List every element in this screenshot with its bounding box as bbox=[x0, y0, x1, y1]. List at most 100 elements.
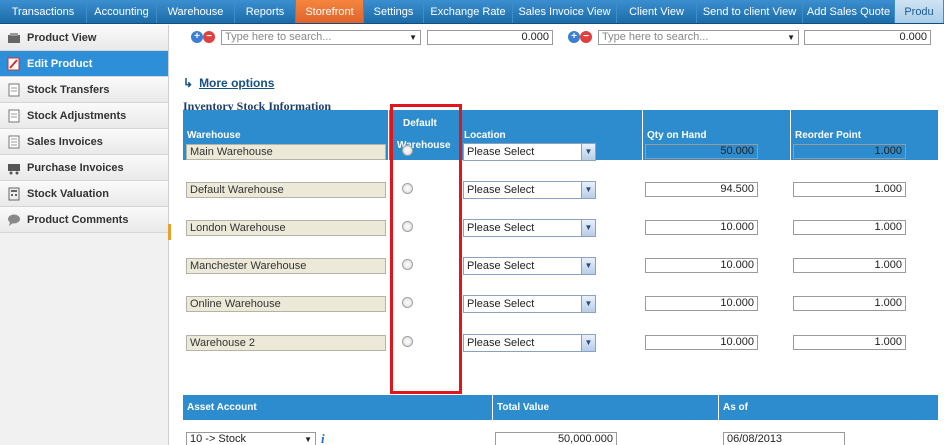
sidebar-item-stock-adjustments[interactable]: Stock Adjustments bbox=[0, 103, 168, 129]
sidebar-item-product-view[interactable]: Product View bbox=[0, 25, 168, 51]
sidebar-item-sales-invoices[interactable]: Sales Invoices bbox=[0, 129, 168, 155]
qty-on-hand-field[interactable]: 10.000 bbox=[645, 220, 758, 235]
sidebar-item-edit-product[interactable]: Edit Product bbox=[0, 51, 168, 77]
search-input[interactable]: Type here to search... ▼ bbox=[598, 30, 799, 45]
header-as-of: As of bbox=[723, 402, 748, 413]
sidebar-item-purchase-invoices[interactable]: Purchase Invoices bbox=[0, 155, 168, 181]
chevron-down-icon: ▼ bbox=[581, 220, 595, 236]
location-select[interactable]: Please Select ▼ bbox=[463, 334, 596, 352]
qty-on-hand-field[interactable]: 10.000 bbox=[645, 296, 758, 311]
amount-field[interactable]: 0.000 bbox=[427, 30, 553, 45]
qty-on-hand-field[interactable]: 50.000 bbox=[645, 144, 758, 159]
sidebar-item-label: Sales Invoices bbox=[27, 135, 103, 148]
header-total-value: Total Value bbox=[493, 395, 719, 420]
warehouse-name-field: Default Warehouse bbox=[186, 182, 386, 198]
product-view-icon bbox=[7, 31, 21, 45]
sidebar-item-label: Edit Product bbox=[27, 57, 93, 70]
add-icon[interactable]: + bbox=[191, 31, 203, 43]
reorder-point-field[interactable]: 1.000 bbox=[793, 296, 906, 311]
sidebar-item-label: Stock Transfers bbox=[27, 83, 110, 96]
sidebar-item-stock-transfers[interactable]: Stock Transfers bbox=[0, 77, 168, 103]
default-warehouse-radio[interactable] bbox=[402, 145, 413, 156]
add-icon[interactable]: + bbox=[568, 31, 580, 43]
tab-add-sales-quote[interactable]: Add Sales Quote bbox=[803, 0, 895, 23]
remove-icon[interactable]: − bbox=[203, 31, 215, 43]
table-row: Manchester Warehouse Please Select ▼ 10.000… bbox=[183, 250, 938, 288]
comment-icon bbox=[7, 213, 21, 227]
location-select[interactable]: Please Select ▼ bbox=[463, 143, 596, 161]
qty-on-hand-field[interactable]: 94.500 bbox=[645, 182, 758, 197]
main-content: + − Type here to search... ▼ 0.000 + − T… bbox=[170, 25, 944, 445]
warehouse-name-field: London Warehouse bbox=[186, 220, 386, 236]
location-select[interactable]: Please Select ▼ bbox=[463, 257, 596, 275]
qty-on-hand-field[interactable]: 10.000 bbox=[645, 335, 758, 350]
asset-row: 10 -> Stock ▼ i 50,000.000 06/08/2013 bbox=[183, 430, 938, 445]
tab-settings[interactable]: Settings bbox=[364, 0, 424, 23]
sidebar-item-label: Stock Valuation bbox=[27, 187, 109, 200]
reorder-point-field[interactable]: 1.000 bbox=[793, 335, 906, 350]
tab-transactions[interactable]: Transactions bbox=[0, 0, 87, 23]
reorder-point-field[interactable]: 1.000 bbox=[793, 220, 906, 235]
location-select[interactable]: Please Select ▼ bbox=[463, 295, 596, 313]
document-icon bbox=[7, 83, 21, 97]
tab-client-view[interactable]: Client View bbox=[617, 0, 697, 23]
tab-exchange-rate[interactable]: Exchange Rate bbox=[424, 0, 513, 23]
header-asset-account: Asset Account bbox=[183, 395, 493, 420]
tab-produ[interactable]: Produ bbox=[895, 0, 944, 23]
default-warehouse-radio[interactable] bbox=[402, 183, 413, 194]
asset-table-header: Asset Account Total Value As of bbox=[183, 395, 938, 420]
top-tab-bar: Transactions Accounting Warehouse Reports St… bbox=[0, 0, 944, 24]
warehouse-name-field: Warehouse 2 bbox=[186, 335, 386, 351]
document-icon bbox=[7, 109, 21, 123]
chevron-down-icon: ▼ bbox=[581, 182, 595, 198]
chevron-down-icon: ▼ bbox=[581, 296, 595, 312]
chevron-down-icon: ▼ bbox=[787, 33, 795, 42]
calculator-icon bbox=[7, 187, 21, 201]
table-row: Main Warehouse Please Select ▼ 50.000 1.000 bbox=[183, 136, 938, 174]
more-options[interactable]: ↳ More options bbox=[183, 76, 274, 90]
sidebar-item-label: Stock Adjustments bbox=[27, 109, 127, 122]
table-row: London Warehouse Please Select ▼ 10.000 1.00… bbox=[183, 212, 938, 250]
info-icon[interactable]: i bbox=[321, 431, 325, 445]
chevron-down-icon: ▼ bbox=[581, 144, 595, 160]
asset-account-select[interactable]: 10 -> Stock ▼ bbox=[186, 432, 316, 445]
search-row: + − Type here to search... ▼ 0.000 + − T… bbox=[170, 30, 944, 46]
warehouse-name-field: Online Warehouse bbox=[186, 296, 386, 312]
tab-sales-invoice-view[interactable]: Sales Invoice View bbox=[513, 0, 617, 23]
edit-icon bbox=[7, 57, 21, 71]
total-value-field[interactable]: 50,000.000 bbox=[495, 432, 617, 445]
cart-icon bbox=[7, 161, 21, 175]
reorder-point-field[interactable]: 1.000 bbox=[793, 144, 906, 159]
remove-icon[interactable]: − bbox=[580, 31, 592, 43]
search-input[interactable]: Type here to search... ▼ bbox=[221, 30, 421, 45]
chevron-down-icon: ▼ bbox=[304, 435, 312, 444]
location-select[interactable]: Please Select ▼ bbox=[463, 181, 596, 199]
sidebar-item-label: Purchase Invoices bbox=[27, 161, 124, 174]
tab-reports[interactable]: Reports bbox=[235, 0, 296, 23]
tab-send-to-client-view[interactable]: Send to client View bbox=[697, 0, 803, 23]
table-row: Default Warehouse Please Select ▼ 94.500 1.0… bbox=[183, 174, 938, 212]
tab-warehouse[interactable]: Warehouse bbox=[157, 0, 235, 23]
sidebar: Product View Edit Product Stock Transfer… bbox=[0, 25, 169, 445]
sidebar-item-stock-valuation[interactable]: Stock Valuation bbox=[0, 181, 168, 207]
warehouse-name-field: Main Warehouse bbox=[186, 144, 386, 160]
default-warehouse-radio[interactable] bbox=[402, 297, 413, 308]
default-warehouse-radio[interactable] bbox=[402, 336, 413, 347]
chevron-down-icon: ▼ bbox=[581, 258, 595, 274]
as-of-date-field[interactable]: 06/08/2013 bbox=[723, 432, 845, 445]
invoice-icon bbox=[7, 135, 21, 149]
amount-field[interactable]: 0.000 bbox=[804, 30, 931, 45]
default-warehouse-radio[interactable] bbox=[402, 259, 413, 270]
reorder-point-field[interactable]: 1.000 bbox=[793, 182, 906, 197]
sidebar-item-product-comments[interactable]: Product Comments bbox=[0, 207, 168, 233]
sidebar-item-label: Product View bbox=[27, 31, 97, 44]
reorder-point-field[interactable]: 1.000 bbox=[793, 258, 906, 273]
table-row: Online Warehouse Please Select ▼ 10.000 1.00… bbox=[183, 288, 938, 326]
tab-storefront[interactable]: Storefront bbox=[296, 0, 364, 23]
qty-on-hand-field[interactable]: 10.000 bbox=[645, 258, 758, 273]
default-warehouse-radio[interactable] bbox=[402, 221, 413, 232]
location-select[interactable]: Please Select ▼ bbox=[463, 219, 596, 237]
tab-accounting[interactable]: Accounting bbox=[87, 0, 157, 23]
arrow-return-icon: ↳ bbox=[183, 76, 194, 90]
warehouse-name-field: Manchester Warehouse bbox=[186, 258, 386, 274]
